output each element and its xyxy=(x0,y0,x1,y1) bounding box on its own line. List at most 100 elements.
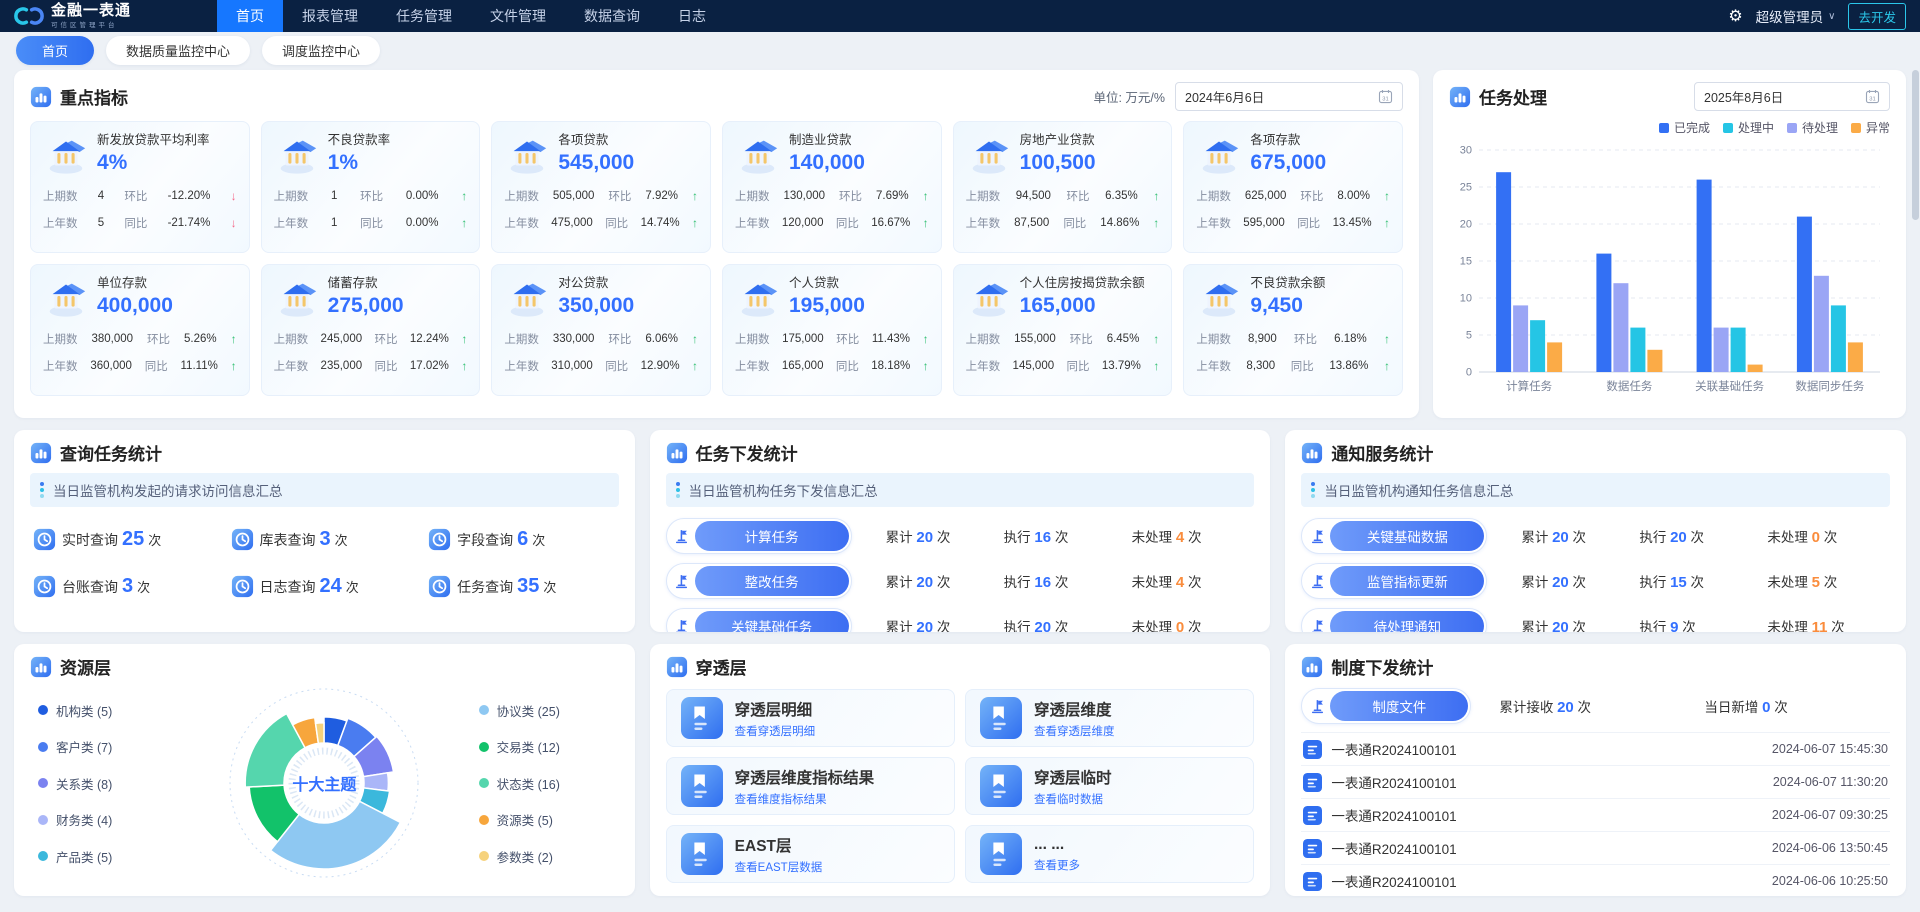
arrow-up-icon: ↑ xyxy=(1153,216,1159,230)
penetration-link[interactable]: 查看更多 xyxy=(1034,857,1080,873)
task-pill-button[interactable]: 关键基础数据 xyxy=(1301,518,1487,554)
task-pill-button[interactable]: 计算任务 xyxy=(666,518,852,554)
dispatch-row: 关键基础数据累计 20 次执行 20 次未处理 0 次 xyxy=(1301,518,1890,554)
legend-swatch-icon xyxy=(1787,123,1797,133)
stat-label: 未处理 xyxy=(1132,620,1176,632)
legend-label: 状态类 (16) xyxy=(497,774,560,793)
arrow-up-icon: ↑ xyxy=(1153,359,1159,373)
file-icon xyxy=(1303,773,1322,792)
nav-item[interactable]: 首页 xyxy=(217,0,283,32)
regulation-header: 制度文件 累计接收 20 次 当日新增 0 次 xyxy=(1301,688,1890,724)
stat-label: 同比 xyxy=(1063,215,1086,231)
donut-legend-item[interactable]: 参数类 (2) xyxy=(479,847,619,866)
bank-icon xyxy=(735,131,781,177)
donut-legend-item[interactable]: 关系类 (8) xyxy=(38,774,178,793)
penetration-link[interactable]: 查看EAST层数据 xyxy=(735,859,823,875)
query-item: 字段查询6次 xyxy=(427,527,617,552)
tab[interactable]: 首页 xyxy=(16,36,94,65)
stat-value: 0 xyxy=(1762,699,1770,716)
tab[interactable]: 数据质量监控中心 xyxy=(106,36,250,65)
task-pill-button[interactable]: 整改任务 xyxy=(666,563,852,599)
penetration-card[interactable]: 穿透层维度查看穿透层维度 xyxy=(965,689,1254,747)
donut-legend-item[interactable]: 产品类 (5) xyxy=(38,847,178,866)
regulation-file-row[interactable]: 一表通R20241001012024-06-06 10:25:50 xyxy=(1301,864,1890,896)
nav-menu: 首页报表管理任务管理文件管理数据查询日志 xyxy=(217,0,725,32)
legend-item[interactable]: 异常 xyxy=(1851,119,1890,136)
donut-legend-item[interactable]: 协议类 (25) xyxy=(479,701,619,720)
stat-value: 380,000 xyxy=(91,333,133,345)
query-label: 库表查询 xyxy=(260,530,316,550)
stat-label: 累计 xyxy=(1521,530,1552,545)
penetration-card[interactable]: 穿透层临时查看临时数据 xyxy=(965,757,1254,815)
date-picker[interactable]: 2024年6月6日 31 xyxy=(1175,82,1403,111)
task-pill-button[interactable]: 关键基础任务 xyxy=(666,608,852,632)
regulation-file-row[interactable]: 一表通R20241001012024-06-07 11:30:20 xyxy=(1301,765,1890,798)
legend-item[interactable]: 处理中 xyxy=(1723,119,1774,136)
arrow-up-icon: ↑ xyxy=(1384,216,1390,230)
file-icon xyxy=(1303,872,1322,891)
stat-value: 7.69% xyxy=(876,190,909,202)
date-picker[interactable]: 2025年8月6日 31 xyxy=(1694,82,1890,111)
dev-mode-button[interactable]: 去开发 xyxy=(1848,3,1906,30)
donut-legend-item[interactable]: 交易类 (12) xyxy=(479,737,619,756)
stat-value: 175,000 xyxy=(782,333,824,345)
nav-item[interactable]: 文件管理 xyxy=(471,0,565,32)
stat-value: 94,500 xyxy=(1016,190,1051,202)
tab[interactable]: 调度监控中心 xyxy=(262,36,380,65)
stat-value: 6.35% xyxy=(1105,190,1138,202)
penetration-link[interactable]: 查看临时数据 xyxy=(1034,791,1112,807)
regulation-file-row[interactable]: 一表通R20241001012024-06-06 13:50:45 xyxy=(1301,831,1890,864)
metric-stat-row: 上年数8,300同比13.86%↑ xyxy=(1196,358,1390,374)
svg-text:15: 15 xyxy=(1460,256,1472,268)
penetration-link[interactable]: 查看穿透层维度 xyxy=(1034,723,1115,739)
date-value: 2025年8月6日 xyxy=(1704,87,1783,106)
date-value: 2024年6月6日 xyxy=(1185,87,1264,106)
query-label: 字段查询 xyxy=(457,530,513,550)
nav-item[interactable]: 报表管理 xyxy=(283,0,377,32)
task-pill-button[interactable]: 待处理通知 xyxy=(1301,608,1487,632)
nav-item[interactable]: 任务管理 xyxy=(377,0,471,32)
nav-item[interactable]: 日志 xyxy=(659,0,725,32)
svg-text:20: 20 xyxy=(1460,219,1472,231)
flag-icon xyxy=(1304,698,1330,715)
regulation-file-row[interactable]: 一表通R20241001012024-06-07 09:30:25 xyxy=(1301,798,1890,831)
regulation-pill-button[interactable]: 制度文件 xyxy=(1301,688,1471,724)
donut-legend-item[interactable]: 财务类 (4) xyxy=(38,810,178,829)
donut-legend-item[interactable]: 客户类 (7) xyxy=(38,737,178,756)
penetration-link[interactable]: 查看穿透层明细 xyxy=(735,723,816,739)
metric-name: 各项贷款 xyxy=(558,133,634,147)
donut-legend-item[interactable]: 资源类 (5) xyxy=(479,810,619,829)
metric-card: 不良贷款余额9,450上期数8,900环比6.18%↑上年数8,300同比13.… xyxy=(1183,264,1403,396)
bank-icon xyxy=(966,131,1012,177)
arrow-down-icon: ↓ xyxy=(231,216,237,230)
penetration-card[interactable]: EAST层查看EAST层数据 xyxy=(666,825,955,883)
query-icon xyxy=(230,527,260,552)
task-pill-button[interactable]: 监管指标更新 xyxy=(1301,563,1487,599)
stat-label: 同比 xyxy=(1297,215,1320,231)
legend-item[interactable]: 待处理 xyxy=(1787,119,1838,136)
scrollbar-thumb[interactable] xyxy=(1912,70,1919,220)
donut-legend-item[interactable]: 状态类 (16) xyxy=(479,774,619,793)
stat-label: 环比 xyxy=(124,188,147,204)
user-menu[interactable]: 超级管理员 ∨ xyxy=(1756,6,1836,26)
stat-label: 同比 xyxy=(375,358,398,374)
legend-item[interactable]: 已完成 xyxy=(1659,119,1710,136)
stat-unit: 次 xyxy=(933,620,950,632)
penetration-card[interactable]: 穿透层明细查看穿透层明细 xyxy=(666,689,955,747)
nav-item[interactable]: 数据查询 xyxy=(565,0,659,32)
gear-icon[interactable]: ⚙ xyxy=(1728,6,1742,26)
legend-dot-icon xyxy=(38,851,48,861)
legend-dot-icon xyxy=(38,778,48,788)
document-icon xyxy=(681,833,723,875)
regulation-file-row[interactable]: 一表通R20241001012024-06-07 15:45:30 xyxy=(1301,732,1890,765)
penetration-card[interactable]: ... ...查看更多 xyxy=(965,825,1254,883)
stat-label: 上期数 xyxy=(966,331,1001,347)
metric-stat-row: 上年数235,000同比17.02%↑ xyxy=(274,358,468,374)
scrollbar[interactable] xyxy=(1912,70,1919,906)
donut-legend-item[interactable]: 机构类 (5) xyxy=(38,701,178,720)
penetration-card[interactable]: 穿透层维度指标结果查看维度指标结果 xyxy=(666,757,955,815)
logo-icon xyxy=(14,5,44,27)
penetration-link[interactable]: 查看维度指标结果 xyxy=(735,791,875,807)
arrow-up-icon: ↑ xyxy=(923,359,929,373)
svg-text:31: 31 xyxy=(1382,96,1388,102)
